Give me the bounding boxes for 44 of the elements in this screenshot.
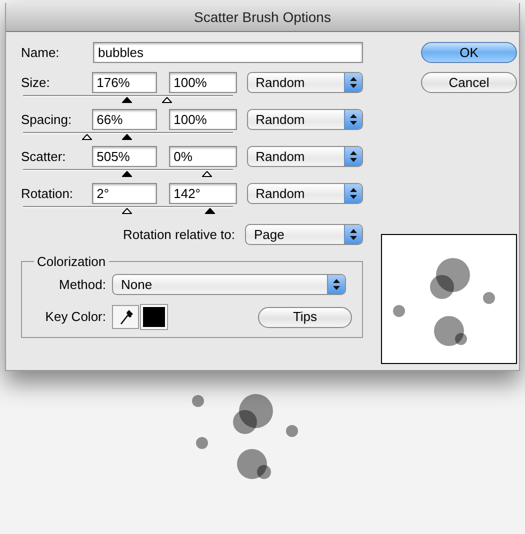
method-dropdown[interactable]: None (112, 274, 346, 295)
value-field[interactable]: 142° (168, 183, 237, 204)
field-label: Scatter: (21, 148, 67, 166)
color-swatch[interactable] (141, 305, 167, 329)
stepper-icon (350, 229, 357, 240)
value-field[interactable]: 66% (92, 109, 157, 130)
eyedropper-icon (118, 309, 132, 325)
field-label: Name: (21, 44, 60, 62)
value-field[interactable]: 100% (168, 109, 237, 130)
dialog-button[interactable]: OK (421, 42, 517, 63)
field-label: Rotation relative to: (122, 226, 235, 244)
field-label: Key Color: (44, 308, 107, 326)
stepper-icon (350, 114, 357, 125)
slider-thumb[interactable] (202, 171, 212, 177)
field-label: Spacing: (21, 110, 73, 129)
slider-thumb[interactable] (162, 97, 172, 103)
slider-thumb[interactable] (122, 208, 132, 214)
value-field[interactable]: 100% (168, 72, 237, 93)
slider-thumb[interactable] (122, 171, 132, 177)
window-title: Scatter Brush Options (194, 8, 331, 27)
variation-dropdown[interactable]: Random (246, 146, 363, 167)
slider-thumb[interactable] (82, 134, 92, 140)
variation-dropdown[interactable]: Random (246, 109, 363, 130)
field-label: Rotation: (21, 184, 74, 203)
value-field[interactable]: 2° (92, 183, 157, 204)
stepper-icon (350, 188, 357, 199)
value-field[interactable]: 0% (168, 146, 237, 167)
stepper-icon (350, 77, 357, 88)
variation-dropdown[interactable]: Random (246, 183, 363, 204)
field-label: Size: (21, 74, 51, 92)
variation-dropdown[interactable]: Random (246, 72, 363, 93)
dialog-button[interactable]: Cancel (421, 72, 517, 93)
value-field[interactable]: 505% (92, 146, 157, 167)
stepper-icon (350, 151, 357, 162)
eyedropper-button[interactable] (112, 305, 139, 329)
tips-button[interactable]: Tips (258, 306, 352, 328)
slider-thumb[interactable] (122, 97, 132, 103)
name-field[interactable]: bubbles (93, 42, 363, 63)
slider-thumb[interactable] (204, 208, 215, 214)
rotation-dropdown[interactable]: Page (245, 224, 363, 245)
stepper-icon (333, 279, 340, 290)
slider-thumb[interactable] (122, 134, 132, 140)
value-field[interactable]: 176% (92, 72, 157, 93)
field-label: Method: (58, 276, 107, 294)
